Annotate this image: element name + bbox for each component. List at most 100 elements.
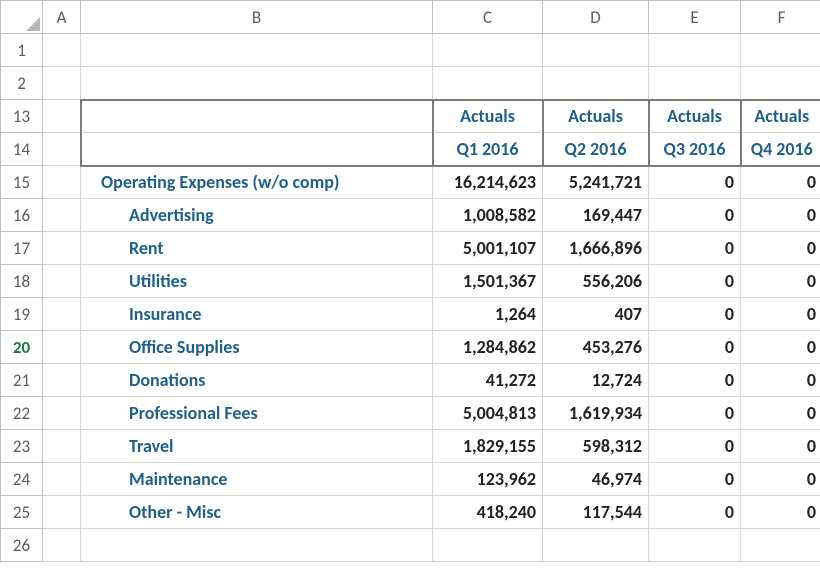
cell-D17[interactable]: 1,666,896 (543, 232, 649, 265)
cell-D15[interactable]: 5,241,721 (543, 166, 649, 199)
cell-B2[interactable] (81, 67, 433, 100)
cell-E23[interactable]: 0 (649, 430, 741, 463)
cell-A1[interactable] (43, 34, 81, 67)
row-header-17[interactable]: 17 (1, 232, 43, 265)
cell-E18[interactable]: 0 (649, 265, 741, 298)
cell-F14[interactable]: Q4 2016 (741, 133, 820, 166)
cell-E20[interactable]: 0 (649, 331, 741, 364)
cell-E25[interactable]: 0 (649, 496, 741, 529)
cell-C21[interactable]: 41,272 (433, 364, 543, 397)
cell-B17[interactable]: Rent (81, 232, 433, 265)
row-header-18[interactable]: 18 (1, 265, 43, 298)
cell-E16[interactable]: 0 (649, 199, 741, 232)
row-header-13[interactable]: 13 (1, 100, 43, 133)
cell-D24[interactable]: 46,974 (543, 463, 649, 496)
col-header-B[interactable]: B (81, 1, 433, 34)
row-header-21[interactable]: 21 (1, 364, 43, 397)
cell-C24[interactable]: 123,962 (433, 463, 543, 496)
cell-A15[interactable] (43, 166, 81, 199)
cell-D13[interactable]: Actuals (543, 100, 649, 133)
cell-E21[interactable]: 0 (649, 364, 741, 397)
row-header-22[interactable]: 22 (1, 397, 43, 430)
cell-E24[interactable]: 0 (649, 463, 741, 496)
cell-C1[interactable] (433, 34, 543, 67)
row-header-19[interactable]: 19 (1, 298, 43, 331)
cell-B16[interactable]: Advertising (81, 199, 433, 232)
cell-F19[interactable]: 0 (741, 298, 820, 331)
cell-A23[interactable] (43, 430, 81, 463)
row-header-1[interactable]: 1 (1, 34, 43, 67)
cell-A18[interactable] (43, 265, 81, 298)
row-header-23[interactable]: 23 (1, 430, 43, 463)
cell-D26[interactable] (543, 529, 649, 562)
row-header-26[interactable]: 26 (1, 529, 43, 562)
row-header-24[interactable]: 24 (1, 463, 43, 496)
cell-F2[interactable] (741, 67, 820, 100)
cell-B20[interactable]: Office Supplies (81, 331, 433, 364)
cell-E2[interactable] (649, 67, 741, 100)
cell-C26[interactable] (433, 529, 543, 562)
cell-E17[interactable]: 0 (649, 232, 741, 265)
row-header-16[interactable]: 16 (1, 199, 43, 232)
cell-F15[interactable]: 0 (741, 166, 820, 199)
cell-B25[interactable]: Other - Misc (81, 496, 433, 529)
cell-B15[interactable]: Operating Expenses (w/o comp) (81, 166, 433, 199)
cell-C20[interactable]: 1,284,862 (433, 331, 543, 364)
cell-F24[interactable]: 0 (741, 463, 820, 496)
cell-C23[interactable]: 1,829,155 (433, 430, 543, 463)
cell-C18[interactable]: 1,501,367 (433, 265, 543, 298)
select-all-corner[interactable] (1, 1, 43, 34)
cell-B18[interactable]: Utilities (81, 265, 433, 298)
col-header-F[interactable]: F (741, 1, 820, 34)
cell-F26[interactable] (741, 529, 820, 562)
cell-B21[interactable]: Donations (81, 364, 433, 397)
cell-B26[interactable] (81, 529, 433, 562)
cell-D22[interactable]: 1,619,934 (543, 397, 649, 430)
cell-D18[interactable]: 556,206 (543, 265, 649, 298)
row-header-15[interactable]: 15 (1, 166, 43, 199)
cell-E15[interactable]: 0 (649, 166, 741, 199)
cell-F25[interactable]: 0 (741, 496, 820, 529)
cell-F17[interactable]: 0 (741, 232, 820, 265)
cell-C14[interactable]: Q1 2016 (433, 133, 543, 166)
cell-F13[interactable]: Actuals (741, 100, 820, 133)
cell-A17[interactable] (43, 232, 81, 265)
cell-D25[interactable]: 117,544 (543, 496, 649, 529)
col-header-A[interactable]: A (43, 1, 81, 34)
cell-D23[interactable]: 598,312 (543, 430, 649, 463)
cell-D16[interactable]: 169,447 (543, 199, 649, 232)
cell-D1[interactable] (543, 34, 649, 67)
cell-C17[interactable]: 5,001,107 (433, 232, 543, 265)
cell-D20[interactable]: 453,276 (543, 331, 649, 364)
cell-E19[interactable]: 0 (649, 298, 741, 331)
cell-C2[interactable] (433, 67, 543, 100)
cell-B24[interactable]: Maintenance (81, 463, 433, 496)
cell-C22[interactable]: 5,004,813 (433, 397, 543, 430)
cell-C25[interactable]: 418,240 (433, 496, 543, 529)
col-header-E[interactable]: E (649, 1, 741, 34)
cell-B22[interactable]: Professional Fees (81, 397, 433, 430)
row-header-2[interactable]: 2 (1, 67, 43, 100)
cell-A22[interactable] (43, 397, 81, 430)
cell-B14[interactable] (81, 133, 433, 166)
cell-A13[interactable] (43, 100, 81, 133)
row-header-20[interactable]: 20 (1, 331, 43, 364)
cell-F21[interactable]: 0 (741, 364, 820, 397)
cell-C16[interactable]: 1,008,582 (433, 199, 543, 232)
cell-E1[interactable] (649, 34, 741, 67)
cell-F22[interactable]: 0 (741, 397, 820, 430)
cell-F1[interactable] (741, 34, 820, 67)
cell-A19[interactable] (43, 298, 81, 331)
grid[interactable]: A B C D E F 1 2 13 Actuals Actuals Actua… (0, 0, 820, 562)
cell-A16[interactable] (43, 199, 81, 232)
cell-A24[interactable] (43, 463, 81, 496)
cell-D2[interactable] (543, 67, 649, 100)
cell-B1[interactable] (81, 34, 433, 67)
cell-E14[interactable]: Q3 2016 (649, 133, 741, 166)
cell-F23[interactable]: 0 (741, 430, 820, 463)
cell-A14[interactable] (43, 133, 81, 166)
cell-E13[interactable]: Actuals (649, 100, 741, 133)
row-header-14[interactable]: 14 (1, 133, 43, 166)
col-header-C[interactable]: C (433, 1, 543, 34)
cell-A26[interactable] (43, 529, 81, 562)
